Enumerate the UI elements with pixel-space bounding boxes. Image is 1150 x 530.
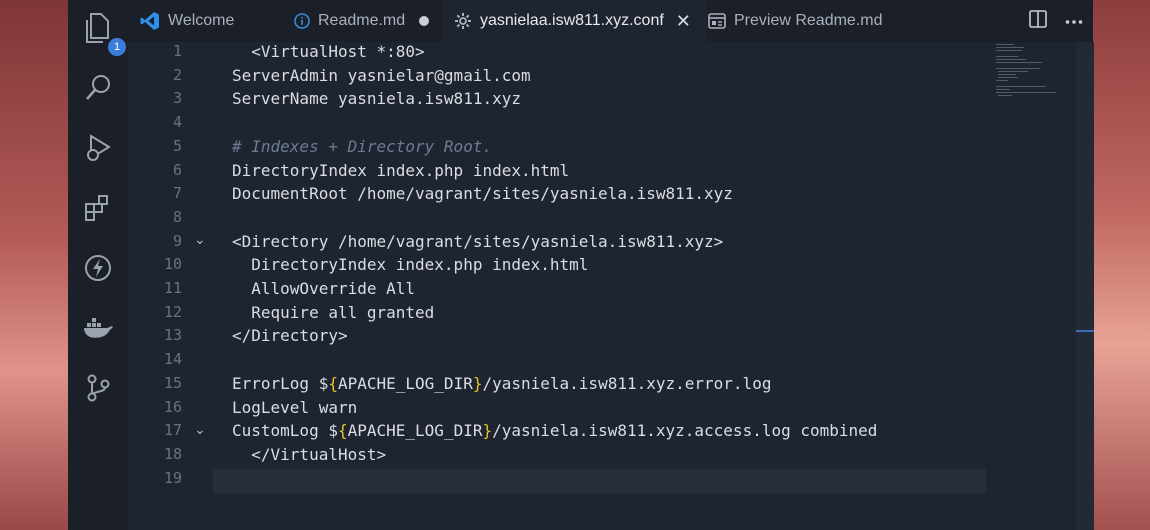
code-line: Require all granted xyxy=(232,302,435,322)
line-number: 14 xyxy=(163,350,182,369)
brace-token: { xyxy=(328,373,338,393)
line-number: 15 xyxy=(163,373,182,392)
code-line: <VirtualHost *:80> xyxy=(232,42,425,61)
code-line: CustomLog ${APACHE_LOG_DIR}/yasniela.isw… xyxy=(232,421,877,440)
line-number: 1 xyxy=(172,42,182,60)
info-icon xyxy=(294,13,310,29)
split-editor-icon[interactable] xyxy=(1029,9,1047,33)
line-number: 4 xyxy=(172,113,182,132)
code-token: APACHE_LOG_DIR xyxy=(347,421,483,441)
line-number: 3 xyxy=(172,89,182,108)
code-token: /yasniela.isw811.xyz.access.log combined xyxy=(492,421,878,441)
scroll-position-marker xyxy=(1076,330,1094,332)
code-line: ServerAdmin yasnielar@gmail.com xyxy=(232,65,531,85)
code-token: ErrorLog $ xyxy=(232,373,329,393)
tab-conf-active[interactable]: yasnielaa.isw811.xyz.conf ✕ xyxy=(442,0,707,42)
tab-preview-readme[interactable]: Preview Readme.md xyxy=(704,0,908,42)
minimap[interactable] xyxy=(996,42,1076,102)
code-line: </VirtualHost> xyxy=(232,444,387,464)
current-line-highlight xyxy=(213,469,986,493)
code-line: ServerName yasniela.isw811.xyz xyxy=(232,89,521,109)
activity-bar: 1 xyxy=(68,0,128,530)
source-control-icon[interactable] xyxy=(78,368,118,408)
run-debug-icon[interactable] xyxy=(78,128,118,168)
line-number: 16 xyxy=(163,397,182,416)
line-number: 18 xyxy=(163,444,182,463)
tab-readme[interactable]: Readme.md xyxy=(288,0,442,42)
vscode-window: 1 Welcome Readme.md yasnielaa.isw811.xyz… xyxy=(68,0,1094,530)
fold-chevron-icon[interactable]: ⌄ xyxy=(194,421,206,438)
tab-label: yasnielaa.isw811.xyz.conf xyxy=(480,12,664,29)
line-number: 8 xyxy=(172,207,182,226)
code-line: DirectoryIndex index.php index.html xyxy=(232,160,570,180)
code-editor[interactable]: 1 2 3 4 5 6 7 8 9 10 11 12 13 14 15 16 17 18 19 <VirtualHo… xyxy=(128,42,1094,530)
docker-icon[interactable] xyxy=(78,308,118,348)
tab-label: Readme.md xyxy=(318,12,406,29)
code-line: # Indexes + Directory Root. xyxy=(232,136,493,156)
code-line: ErrorLog ${APACHE_LOG_DIR}/yasniela.isw8… xyxy=(232,374,771,393)
line-number: 10 xyxy=(163,255,182,274)
line-number: 6 xyxy=(172,160,182,179)
desktop-wallpaper-right xyxy=(1093,0,1150,530)
line-number: 9 xyxy=(172,231,182,250)
tab-label: Preview Readme.md xyxy=(734,12,883,29)
explorer-icon[interactable]: 1 xyxy=(78,8,126,56)
code-line: </Directory> xyxy=(232,326,348,346)
desktop-wallpaper-left xyxy=(0,0,68,530)
line-number: 7 xyxy=(172,184,182,203)
unsaved-dot-icon xyxy=(419,16,430,26)
brace-token: } xyxy=(482,421,493,441)
line-number: 5 xyxy=(172,136,182,155)
vertical-scrollbar[interactable] xyxy=(1076,42,1094,530)
gear-icon xyxy=(454,12,472,30)
close-icon[interactable]: ✕ xyxy=(676,11,691,32)
lightning-icon[interactable] xyxy=(78,248,118,288)
brace-token: { xyxy=(337,421,348,441)
code-line: LogLevel warn xyxy=(232,397,358,417)
search-icon[interactable] xyxy=(78,68,118,108)
code-token: /yasniela.isw811.xyz.error.log xyxy=(482,373,772,393)
code-line: DocumentRoot /home/vagrant/sites/yasniel… xyxy=(232,184,733,204)
fold-chevron-icon[interactable]: ⌄ xyxy=(194,231,206,248)
code-token: CustomLog $ xyxy=(232,421,338,441)
line-number: 17 xyxy=(163,421,182,440)
line-number: 12 xyxy=(163,302,182,321)
tab-welcome[interactable]: Welcome xyxy=(128,0,288,42)
explorer-badge: 1 xyxy=(108,38,126,56)
line-number: 2 xyxy=(172,65,182,84)
line-number: 19 xyxy=(163,468,182,487)
code-line: AllowOverride All xyxy=(232,279,416,298)
line-number: 11 xyxy=(163,279,182,297)
tab-bar: Welcome Readme.md yasnielaa.isw811.xyz.c… xyxy=(128,0,1093,42)
editor-actions xyxy=(1029,0,1083,42)
code-token: APACHE_LOG_DIR xyxy=(337,373,473,393)
line-number: 13 xyxy=(163,326,182,345)
vscode-logo-icon xyxy=(140,11,160,31)
tab-label: Welcome xyxy=(168,12,235,29)
more-actions-icon[interactable] xyxy=(1065,12,1083,30)
preview-icon xyxy=(708,13,726,29)
code-line: DirectoryIndex index.php index.html xyxy=(232,255,589,275)
extensions-icon[interactable] xyxy=(78,188,118,228)
code-line: <Directory /home/vagrant/sites/yasniela.… xyxy=(232,231,724,251)
